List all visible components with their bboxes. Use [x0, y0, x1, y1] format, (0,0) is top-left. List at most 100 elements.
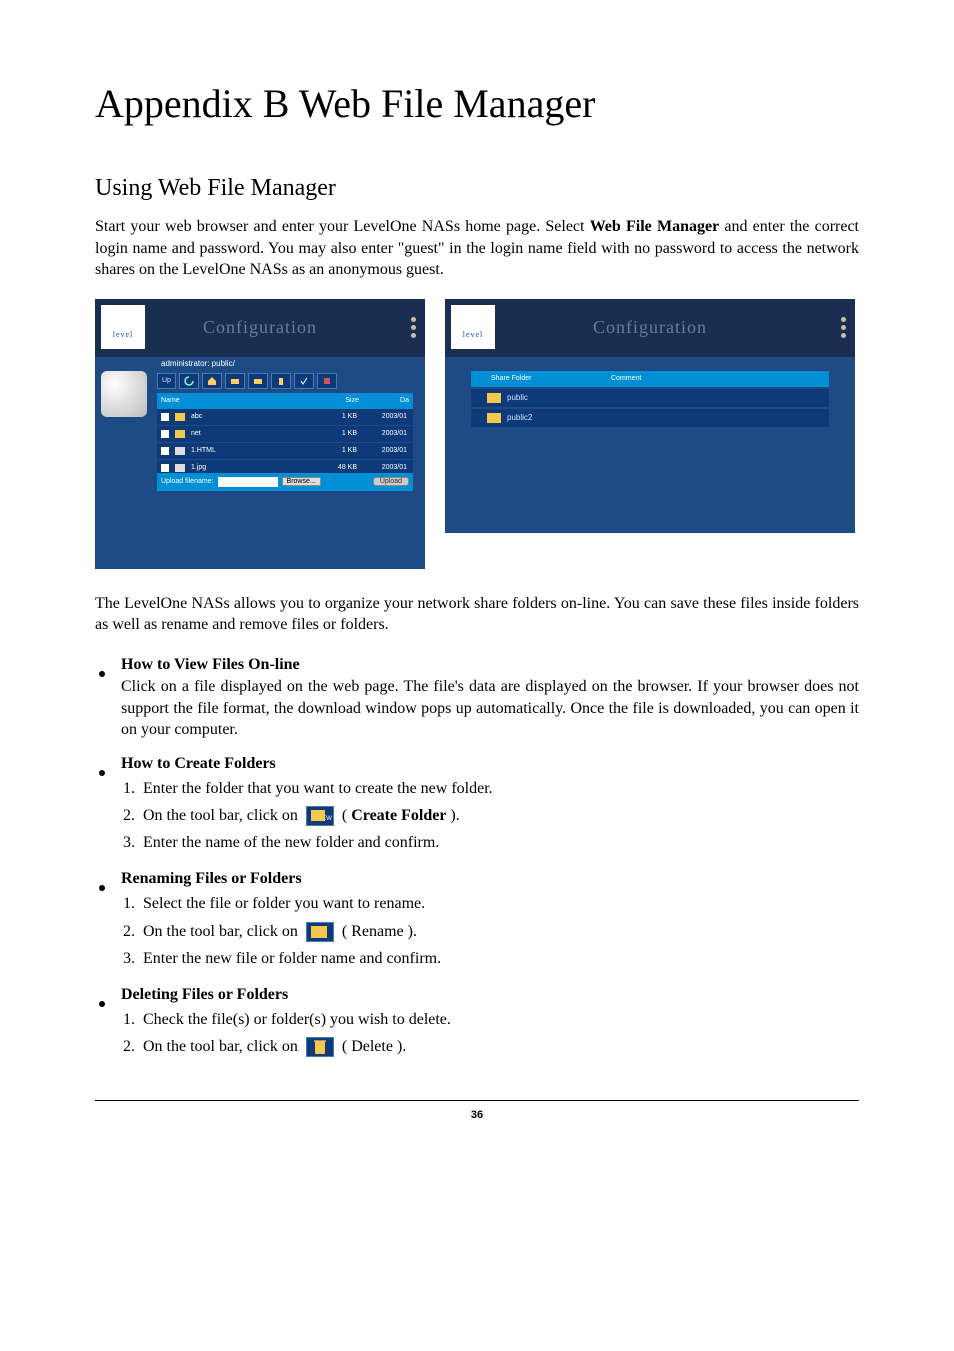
bullet-heading: Deleting Files or Folders	[121, 986, 288, 1004]
delete-icon	[276, 376, 286, 386]
folder-icon	[487, 393, 501, 403]
step-text: (	[338, 807, 351, 824]
col-size: Size	[309, 397, 359, 404]
refresh-icon	[184, 376, 194, 386]
logout-icon	[322, 376, 332, 386]
page-title: Appendix B Web File Manager	[95, 80, 859, 127]
file-manager-panel: administrator: public/ Up Name Size Da	[95, 357, 425, 569]
instruction-list: How to View Files On-line Click on a fil…	[95, 656, 859, 1060]
rename-button[interactable]	[248, 373, 268, 389]
select-icon	[299, 376, 309, 386]
bullet-delete: Deleting Files or Folders Check the file…	[95, 986, 859, 1060]
bullet-create-folders: How to Create Folders Enter the folder t…	[95, 755, 859, 857]
brand-top: level	[101, 307, 145, 363]
upload-input[interactable]	[218, 477, 278, 487]
table-row[interactable]: 1.HTML 1 KB 2003/01	[157, 443, 413, 459]
header-text: Configuration	[203, 317, 317, 337]
toolbar: Up	[157, 373, 413, 391]
refresh-button[interactable]	[179, 373, 199, 389]
row-name: 1.HTML	[191, 447, 317, 454]
table-row[interactable]: net 1 KB 2003/01	[157, 426, 413, 442]
bullet-view-files: How to View Files On-line Click on a fil…	[95, 656, 859, 741]
new-folder-button[interactable]	[225, 373, 245, 389]
share-row[interactable]: public2	[471, 409, 829, 427]
header-text: Configuration	[593, 317, 707, 337]
upload-button[interactable]: Upload	[373, 477, 409, 486]
col-date: Da	[359, 397, 409, 404]
folder-icon	[175, 430, 185, 438]
intro-text-b: Web File Manager	[590, 218, 719, 235]
header-dots	[411, 317, 417, 341]
bullet-dot	[99, 1001, 105, 1007]
row-date: 2003/01	[357, 430, 409, 437]
file-icon	[175, 447, 185, 455]
sidebar-icon	[101, 371, 147, 417]
row-name: abc	[191, 413, 317, 420]
step-text: ( Delete ).	[338, 1038, 406, 1055]
share-name: public2	[507, 413, 532, 422]
home-icon	[207, 376, 217, 386]
page-footer: 36	[95, 1100, 859, 1121]
page-number: 36	[471, 1109, 483, 1121]
delete-button[interactable]	[271, 373, 291, 389]
screenshot-share-list: level one Configuration Share Folder Com…	[445, 299, 855, 569]
intro-paragraph: Start your web browser and enter your Le…	[95, 216, 859, 281]
breadcrumb: administrator: public/	[161, 359, 235, 368]
intro-text-a: Start your web browser and enter your Le…	[95, 218, 590, 235]
share-panel: Share Folder Comment public public2	[445, 357, 855, 533]
row-date: 2003/01	[357, 447, 409, 454]
row-date: 2003/01	[357, 413, 409, 420]
logout-button[interactable]	[317, 373, 337, 389]
share-panel-footer	[445, 533, 855, 569]
row-size: 1 KB	[317, 430, 357, 437]
step-text: On the tool bar, click on	[143, 1038, 302, 1055]
row-size: 1 KB	[317, 447, 357, 454]
rename-icon	[306, 922, 334, 942]
bullet-body: Click on a file displayed on the web pag…	[95, 676, 859, 741]
bullet-heading: How to Create Folders	[121, 755, 276, 773]
step-text: On the tool bar, click on	[143, 807, 302, 824]
home-button[interactable]	[202, 373, 222, 389]
step-item: Select the file or folder you want to re…	[139, 890, 859, 917]
table-header: Name Size Da	[157, 393, 413, 409]
upload-label: Upload filename:	[161, 478, 214, 485]
table-row[interactable]: abc 1 KB 2003/01	[157, 409, 413, 425]
brand-logo: level one	[101, 305, 145, 349]
row-checkbox[interactable]	[161, 447, 169, 455]
header-dots	[841, 317, 847, 341]
bullet-heading: Renaming Files or Folders	[121, 870, 302, 888]
rename-icon	[253, 376, 263, 386]
step-item: Check the file(s) or folder(s) you wish …	[139, 1006, 859, 1033]
step-item: Enter the new file or folder name and co…	[139, 945, 859, 972]
row-size: 1 KB	[317, 413, 357, 420]
browse-button[interactable]: Browse...	[282, 477, 321, 486]
row-checkbox[interactable]	[161, 430, 169, 438]
step-item: On the tool bar, click on ( Rename ).	[139, 918, 859, 945]
table-rows: abc 1 KB 2003/01 net 1 KB 2003/01 1.HTML…	[157, 409, 413, 477]
row-size: 48 KB	[317, 464, 357, 471]
step-item: On the tool bar, click on ( Delete ).	[139, 1033, 859, 1060]
share-name: public	[507, 393, 528, 402]
bullet-rename: Renaming Files or Folders Select the fil…	[95, 870, 859, 972]
file-icon	[175, 464, 185, 472]
step-text: On the tool bar, click on	[143, 923, 302, 940]
share-row[interactable]: public	[471, 389, 829, 407]
row-checkbox[interactable]	[161, 464, 169, 472]
step-text-bold: Create Folder	[351, 807, 446, 824]
row-name: 1.jpg	[191, 464, 317, 471]
screenshot-header: level one Configuration	[445, 299, 855, 357]
description-paragraph: The LevelOne NASs allows you to organize…	[95, 593, 859, 636]
delete-icon	[306, 1037, 334, 1057]
folder-icon	[487, 413, 501, 423]
screenshot-header: level one Configuration	[95, 299, 425, 357]
step-item: Enter the folder that you want to create…	[139, 775, 859, 802]
brand-top: level	[451, 307, 495, 363]
step-text: ( Rename ).	[338, 923, 417, 940]
up-button[interactable]: Up	[157, 373, 176, 389]
upload-bar: Upload filename: Browse... Upload	[157, 473, 413, 491]
row-checkbox[interactable]	[161, 413, 169, 421]
bullet-dot	[99, 671, 105, 677]
step-item: On the tool bar, click on ( Create Folde…	[139, 802, 859, 829]
section-heading: Using Web File Manager	[95, 175, 859, 202]
select-button[interactable]	[294, 373, 314, 389]
